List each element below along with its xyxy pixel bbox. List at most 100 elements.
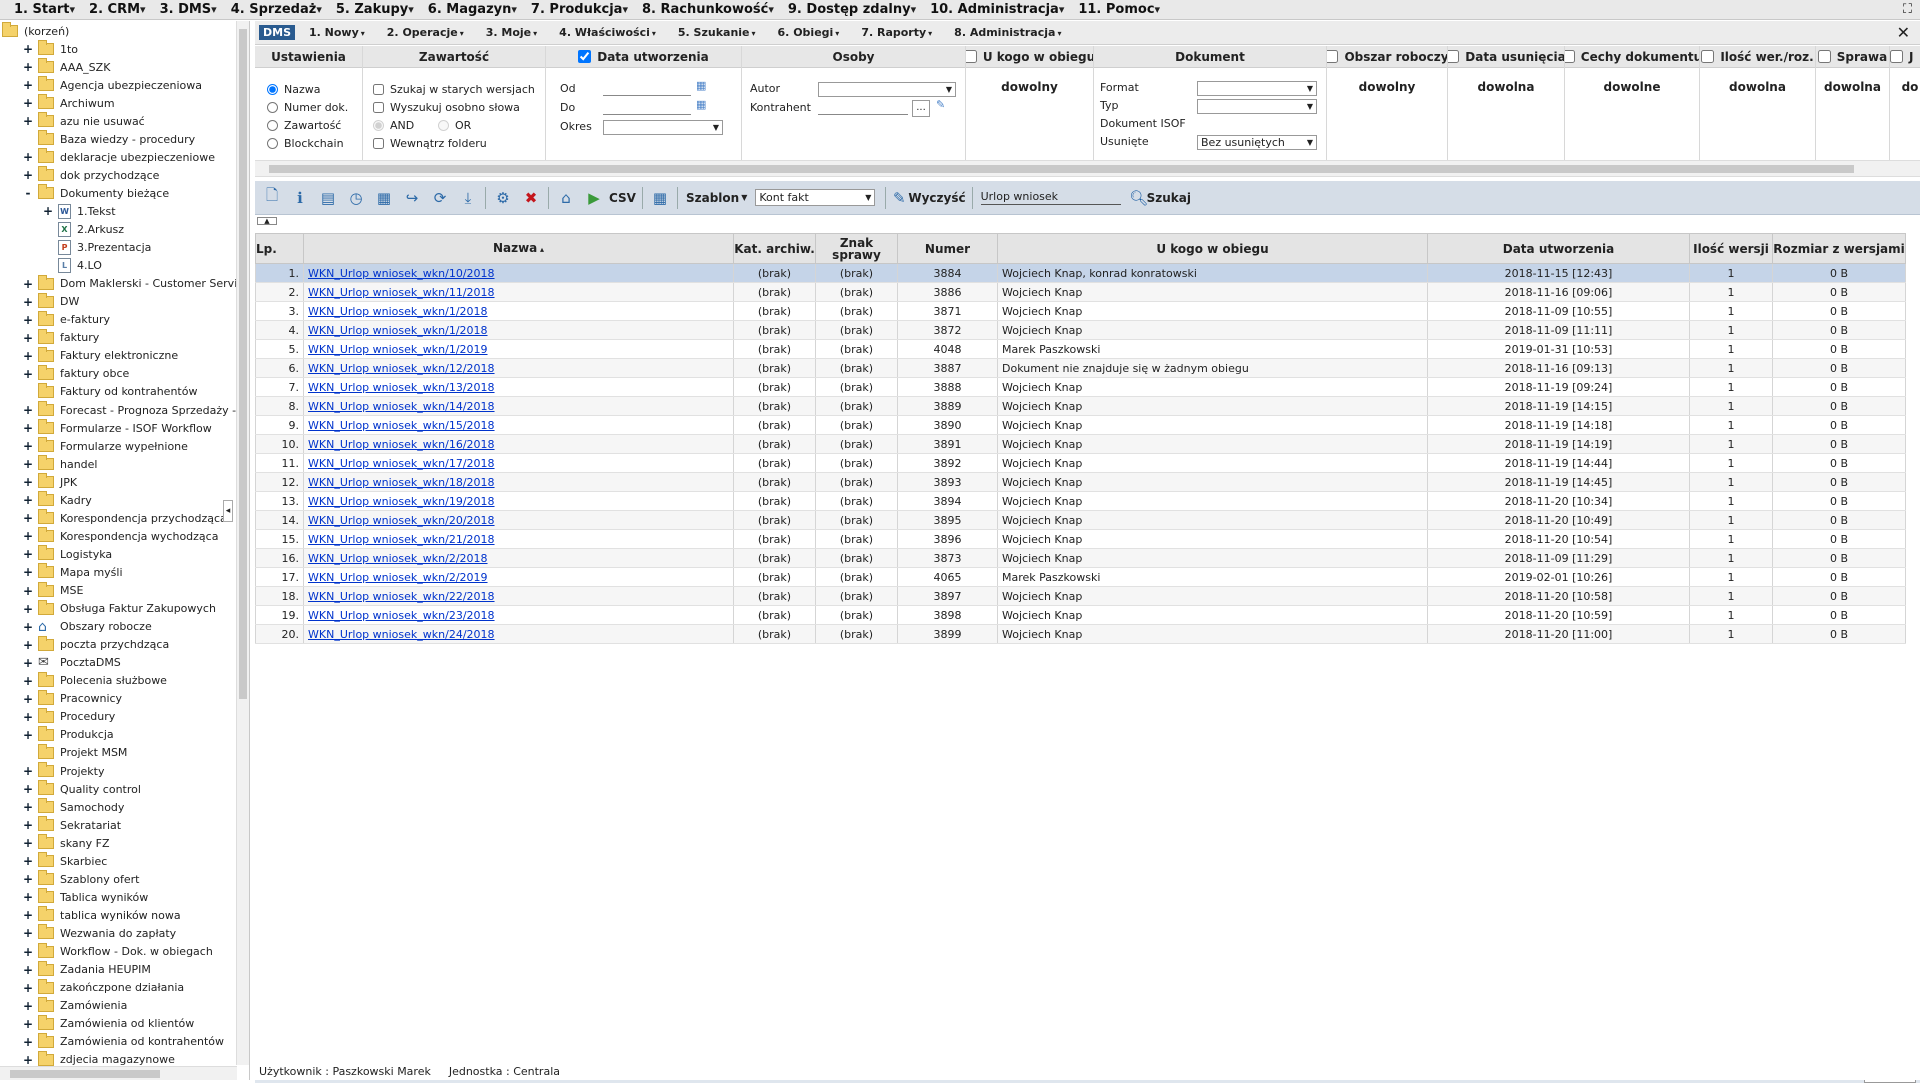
- table-row[interactable]: 13. WKN_Urlop wniosek_wkn/19/2018 (brak) (b…: [255, 491, 1906, 511]
- tree-item[interactable]: + deklaracje ubezpieczeniowe: [22, 148, 215, 166]
- checkbox-osobno-slowa[interactable]: Wyszukuj osobno słowa: [373, 101, 520, 114]
- tree-item[interactable]: + Procedury: [22, 707, 115, 726]
- expand-icon[interactable]: +: [22, 547, 34, 561]
- tree-item[interactable]: + Zamówienia: [22, 996, 127, 1015]
- table-row[interactable]: 20. WKN_Urlop wniosek_wkn/24/2018 (brak) (b…: [255, 624, 1906, 644]
- expand-icon[interactable]: +: [22, 999, 34, 1013]
- expand-icon[interactable]: +: [22, 945, 34, 959]
- table-row[interactable]: 7. WKN_Urlop wniosek_wkn/13/2018 (brak) (br…: [255, 377, 1906, 397]
- expand-icon[interactable]: +: [22, 78, 34, 92]
- info-icon[interactable]: ℹ: [289, 187, 311, 209]
- expand-icon[interactable]: +: [22, 981, 34, 995]
- document-link[interactable]: WKN_Urlop wniosek_wkn/20/2018: [308, 514, 495, 527]
- tree-item[interactable]: + Korespondencja wychodząca: [22, 527, 218, 545]
- tree-item[interactable]: + AAA_SZK: [22, 58, 110, 76]
- new-document-icon[interactable]: 🗋: [261, 186, 283, 209]
- tree-item[interactable]: + e-faktury: [22, 310, 110, 329]
- document-link[interactable]: WKN_Urlop wniosek_wkn/14/2018: [308, 400, 495, 413]
- tree-item[interactable]: + ✉ PocztaDMS: [22, 654, 121, 672]
- expand-icon[interactable]: +: [22, 1053, 34, 1067]
- kontrahent-input[interactable]: [818, 101, 908, 115]
- table-row[interactable]: 11. WKN_Urlop wniosek_wkn/17/2018 (brak) (b…: [255, 453, 1906, 473]
- top-menu-item[interactable]: 2. CRM: [89, 2, 140, 17]
- tree-item[interactable]: + Faktury elektroniczne: [22, 346, 178, 365]
- document-link[interactable]: WKN_Urlop wniosek_wkn/2/2018: [308, 552, 488, 565]
- tree-item[interactable]: + Wezwania do zapłaty: [22, 924, 176, 942]
- document-link[interactable]: WKN_Urlop wniosek_wkn/11/2018: [308, 286, 495, 299]
- tree-item[interactable]: + azu nie usuwać: [22, 112, 145, 130]
- expand-icon[interactable]: +: [22, 836, 34, 850]
- expand-icon[interactable]: +: [42, 204, 54, 218]
- download-icon[interactable]: ⤓: [457, 187, 479, 209]
- document-link[interactable]: WKN_Urlop wniosek_wkn/13/2018: [308, 381, 495, 394]
- usuniete-select[interactable]: Bez usuniętych ▼: [1197, 135, 1317, 150]
- refresh-icon[interactable]: ⟳: [429, 187, 451, 209]
- format-select[interactable]: ▼: [1197, 81, 1317, 96]
- do-date-input[interactable]: [603, 101, 691, 115]
- table-cell[interactable]: WKN_Urlop wniosek_wkn/22/2018: [303, 586, 734, 606]
- dms-menu-item[interactable]: 3. Moje ▾: [486, 26, 537, 39]
- column-header[interactable]: Data utworzenia: [1427, 233, 1690, 264]
- tree-item[interactable]: + Szablony ofert: [22, 870, 139, 888]
- radio-zawartosc[interactable]: Zawartość: [267, 119, 341, 132]
- expand-icon[interactable]: +: [22, 800, 34, 814]
- delete-icon[interactable]: ✖: [520, 187, 542, 209]
- expand-icon[interactable]: +: [22, 403, 34, 417]
- checkbox-cechy[interactable]: [1565, 50, 1575, 63]
- document-link[interactable]: WKN_Urlop wniosek_wkn/19/2018: [308, 495, 495, 508]
- search-input[interactable]: Urlop wniosek: [980, 190, 1121, 205]
- checkbox-sprawa[interactable]: [1817, 50, 1831, 63]
- tree-vertical-scrollbar[interactable]: [236, 21, 249, 1065]
- table-vertical-scrollbar[interactable]: [1908, 233, 1920, 1023]
- tree-item[interactable]: + ⌂ Obszary robocze: [22, 618, 152, 636]
- collapse-tree-handle[interactable]: ◂: [223, 500, 233, 522]
- table-row[interactable]: 19. WKN_Urlop wniosek_wkn/23/2018 (brak) (b…: [255, 605, 1906, 625]
- table-cell[interactable]: WKN_Urlop wniosek_wkn/1/2018: [303, 320, 734, 340]
- tree-item[interactable]: + Samochody: [22, 798, 124, 816]
- table-row[interactable]: 15. WKN_Urlop wniosek_wkn/21/2018 (brak) (b…: [255, 529, 1906, 549]
- tree-item[interactable]: + Workflow - Dok. w obiegach: [22, 942, 213, 961]
- document-link[interactable]: WKN_Urlop wniosek_wkn/18/2018: [308, 476, 495, 489]
- calendar-icon[interactable]: ▦: [696, 79, 706, 92]
- tree-item[interactable]: + Agencja ubezpieczeniowa: [22, 76, 202, 94]
- expand-icon[interactable]: +: [22, 168, 34, 182]
- table-row[interactable]: 9. WKN_Urlop wniosek_wkn/15/2018 (brak) (br…: [255, 415, 1906, 435]
- table-row[interactable]: 5. WKN_Urlop wniosek_wkn/1/2019 (brak) (bra…: [255, 339, 1906, 359]
- history-icon[interactable]: ◷: [345, 187, 367, 209]
- table-cell[interactable]: WKN_Urlop wniosek_wkn/19/2018: [303, 491, 734, 511]
- filters-horizontal-scrollbar[interactable]: [255, 161, 1920, 177]
- document-link[interactable]: WKN_Urlop wniosek_wkn/1/2018: [308, 324, 488, 337]
- tree-item[interactable]: L 4.LO: [42, 257, 102, 275]
- document-link[interactable]: WKN_Urlop wniosek_wkn/1/2019: [308, 343, 488, 356]
- table-cell[interactable]: WKN_Urlop wniosek_wkn/16/2018: [303, 434, 734, 454]
- expand-icon[interactable]: +: [22, 782, 34, 796]
- tree-item[interactable]: + Quality control: [22, 780, 141, 798]
- tree-item[interactable]: + Zamówienia od klientów: [22, 1014, 194, 1033]
- tree-item[interactable]: + Korespondencja przychodząca: [22, 509, 227, 527]
- table-cell[interactable]: WKN_Urlop wniosek_wkn/24/2018: [303, 624, 734, 644]
- tree-item[interactable]: + Formularze - ISOF Workflow: [22, 419, 212, 437]
- table-cell[interactable]: WKN_Urlop wniosek_wkn/14/2018: [303, 396, 734, 416]
- document-link[interactable]: WKN_Urlop wniosek_wkn/10/2018: [308, 267, 495, 280]
- expand-icon[interactable]: +: [22, 908, 34, 922]
- document-link[interactable]: WKN_Urlop wniosek_wkn/17/2018: [308, 457, 495, 470]
- tree-item[interactable]: + DW: [22, 292, 79, 311]
- chevron-down-icon[interactable]: ▼: [741, 193, 747, 202]
- settings-icon[interactable]: ⚙: [492, 187, 514, 209]
- szablon-select[interactable]: Kont fakt ▼: [755, 189, 876, 206]
- table-cell[interactable]: WKN_Urlop wniosek_wkn/12/2018: [303, 358, 734, 378]
- column-header[interactable]: Kat. archiw.: [733, 233, 816, 264]
- close-icon[interactable]: ✕: [1897, 23, 1910, 42]
- tree-item[interactable]: + Obsługa Faktur Zakupowych: [22, 599, 216, 618]
- checkbox-data-usuniecia[interactable]: [1448, 50, 1460, 63]
- document-link[interactable]: WKN_Urlop wniosek_wkn/15/2018: [308, 419, 495, 432]
- table-row[interactable]: 16. WKN_Urlop wniosek_wkn/2/2018 (brak) (br…: [255, 548, 1906, 568]
- tree-item[interactable]: + handel: [22, 455, 98, 473]
- home-icon[interactable]: ⌂: [555, 187, 577, 209]
- tree-item[interactable]: + MSE: [22, 581, 83, 600]
- dms-menu-item[interactable]: 5. Szukanie ▾: [678, 26, 756, 39]
- table-row[interactable]: 12. WKN_Urlop wniosek_wkn/18/2018 (brak) (b…: [255, 472, 1906, 492]
- document-link[interactable]: WKN_Urlop wniosek_wkn/22/2018: [308, 590, 495, 603]
- top-menu-item[interactable]: 9. Dostęp zdalny: [788, 2, 911, 17]
- expand-icon[interactable]: +: [22, 656, 34, 670]
